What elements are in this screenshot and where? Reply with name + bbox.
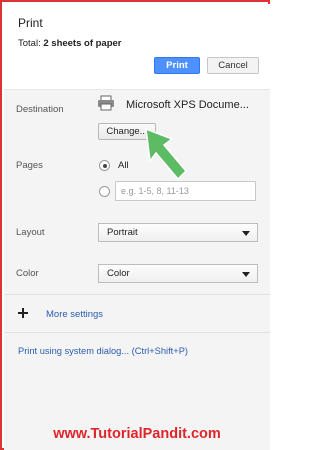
pages-label: Pages xyxy=(16,160,43,171)
system-dialog-link[interactable]: Print using system dialog... (Ctrl+Shift… xyxy=(18,346,188,356)
color-select-value: Color xyxy=(107,268,130,279)
layout-label: Layout xyxy=(16,227,45,238)
layout-select[interactable]: Portrait xyxy=(98,223,258,242)
destination-printer-name: Microsoft XPS Docume... xyxy=(126,99,249,111)
pages-all-radio[interactable] xyxy=(99,160,110,171)
print-button[interactable]: Print xyxy=(154,57,200,74)
pages-all-label: All xyxy=(118,160,129,171)
cancel-button[interactable]: Cancel xyxy=(207,57,259,74)
divider xyxy=(4,332,270,333)
pages-custom-radio[interactable] xyxy=(99,186,110,197)
destination-label: Destination xyxy=(16,104,64,115)
color-label: Color xyxy=(16,268,39,279)
color-select[interactable]: Color xyxy=(98,264,258,283)
layout-select-value: Portrait xyxy=(107,227,138,238)
print-header: Print Total: 2 sheets of paper xyxy=(4,4,270,90)
total-sheets: Total: 2 sheets of paper xyxy=(18,38,122,49)
total-label: Total: xyxy=(18,38,41,49)
print-preview-panel: Print Total: 2 sheets of paper Print Can… xyxy=(0,0,270,450)
chevron-down-icon xyxy=(242,231,250,236)
more-settings-link[interactable]: More settings xyxy=(46,309,103,320)
chevron-down-icon xyxy=(242,272,250,277)
plus-icon[interactable] xyxy=(18,308,28,318)
printer-icon xyxy=(98,95,114,111)
watermark-text: www.TutorialPandit.com xyxy=(53,426,221,442)
annotation-arrow-icon xyxy=(145,127,188,181)
total-value: 2 sheets of paper xyxy=(43,38,122,49)
dialog-title: Print xyxy=(18,16,43,30)
divider xyxy=(4,294,270,295)
